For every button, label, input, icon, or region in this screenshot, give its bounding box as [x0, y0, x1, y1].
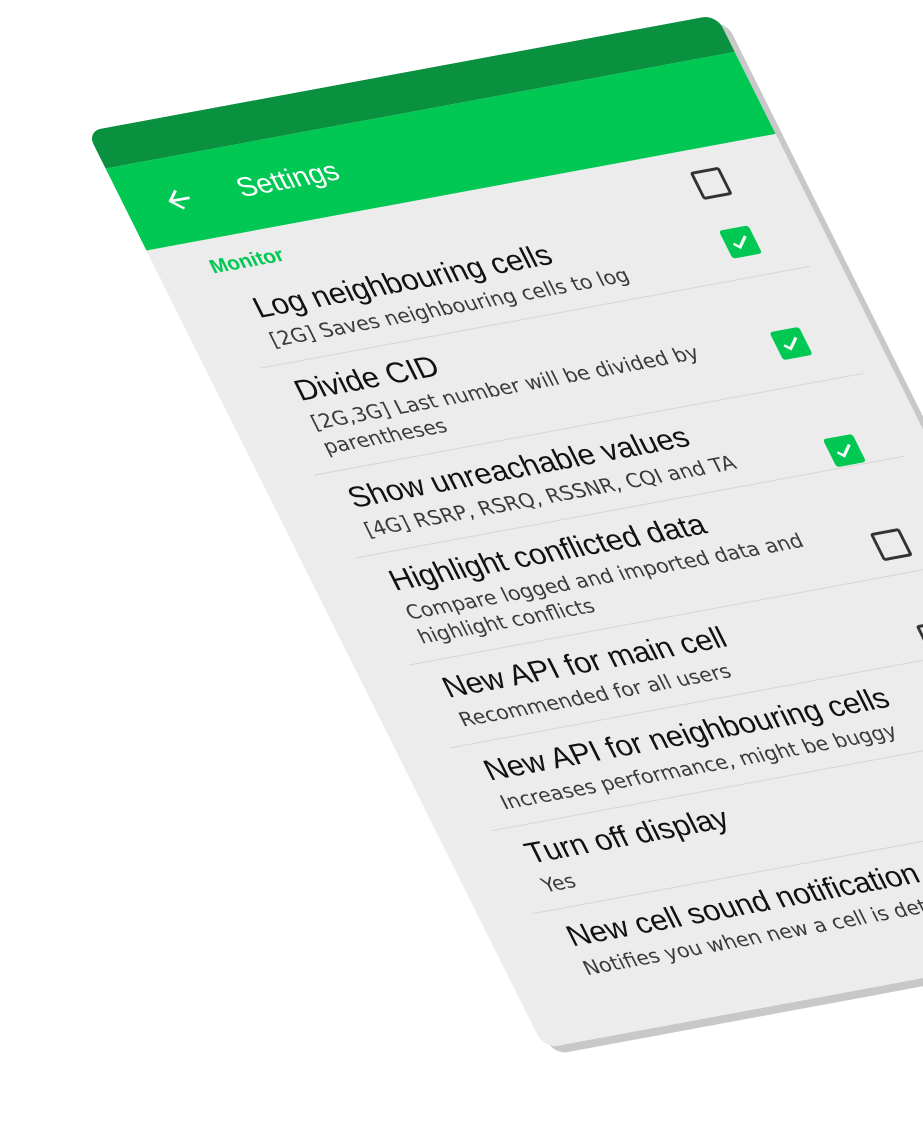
- settings-list: Log neighbouring cells [2G] Saves neighb…: [169, 166, 923, 1006]
- page-title: Settings: [230, 155, 345, 203]
- phone-screen: Settings Monitor Log neighbouring cells …: [86, 14, 923, 1049]
- arrow-back-icon[interactable]: [150, 177, 208, 222]
- stage: Settings Monitor Log neighbouring cells …: [0, 0, 923, 1125]
